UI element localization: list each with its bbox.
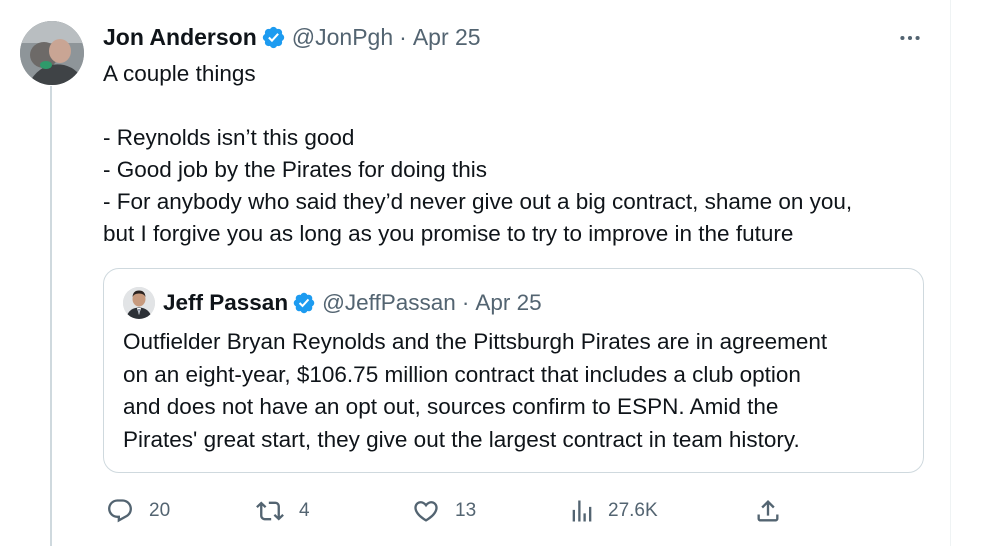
view-count: 27.6K [608, 500, 658, 521]
quoted-tweet-text: Outfielder Bryan Reynolds and the Pittsb… [123, 326, 913, 456]
verified-badge-icon[interactable] [261, 25, 286, 50]
tweet-text-line: - For anybody who said they’d never give… [103, 189, 853, 214]
tweet-text-line [103, 90, 943, 122]
tweet-text-line: but I forgive you as long as you promise… [103, 221, 794, 246]
verified-badge-icon[interactable] [292, 291, 316, 315]
quoted-text-line: on an eight-year, $106.75 million contra… [123, 361, 801, 387]
author-handle[interactable]: @JonPgh [292, 24, 393, 51]
tweet-text: A couple things - Reynolds isn’t this go… [103, 58, 943, 250]
quoted-text-line: Pirates' great start, they give out the … [123, 426, 800, 452]
author-avatar[interactable] [20, 21, 84, 85]
quoted-tweet-card[interactable]: Jeff Passan @JeffPassan · Apr 25 Outfiel… [103, 268, 924, 473]
thread-line [50, 86, 52, 546]
timeline-border [950, 0, 951, 546]
reply-count: 20 [149, 500, 171, 521]
views-icon [572, 500, 592, 522]
quoted-tweet-date[interactable]: Apr 25 [475, 290, 541, 316]
share-icon [757, 500, 779, 522]
reply-button[interactable]: 20 [106, 494, 170, 528]
retweet-button[interactable]: 4 [256, 494, 310, 528]
reply-icon [108, 499, 132, 523]
heart-icon [414, 501, 438, 522]
like-count: 13 [455, 500, 477, 521]
tweet-actions: 20 4 13 27.6K [103, 494, 803, 528]
retweet-count: 4 [299, 500, 310, 521]
quoted-text-line: and does not have an opt out, sources co… [123, 394, 779, 419]
more-horizontal-icon [900, 35, 920, 41]
retweet-icon [256, 501, 284, 521]
quoted-author-handle[interactable]: @JeffPassan [322, 290, 456, 316]
quoted-text-line: Outfielder Bryan Reynolds and the Pittsb… [123, 329, 828, 354]
more-options-button[interactable] [893, 24, 927, 52]
author-name[interactable]: Jon Anderson [103, 24, 257, 51]
tweet-date[interactable]: Apr 25 [413, 24, 481, 51]
quoted-tweet-header: Jeff Passan @JeffPassan · Apr 25 [123, 287, 542, 319]
tweet-text-line: A couple things [103, 61, 256, 86]
like-button[interactable]: 13 [412, 494, 476, 528]
quoted-author-name[interactable]: Jeff Passan [163, 290, 288, 316]
quoted-author-avatar[interactable] [123, 287, 155, 319]
tweet-header: Jon Anderson @JonPgh · Apr 25 [103, 20, 481, 54]
header-separator: · [399, 23, 407, 50]
tweet-text-line: - Good job by the Pirates for doing this [103, 157, 487, 182]
share-button[interactable] [754, 494, 782, 528]
tweet-text-line: - Reynolds isn’t this good [103, 125, 355, 150]
quoted-header-separator: · [461, 290, 470, 315]
tweet[interactable]: Jon Anderson @JonPgh · Apr 25 A couple t… [0, 0, 982, 546]
views-button[interactable]: 27.6K [568, 494, 658, 528]
